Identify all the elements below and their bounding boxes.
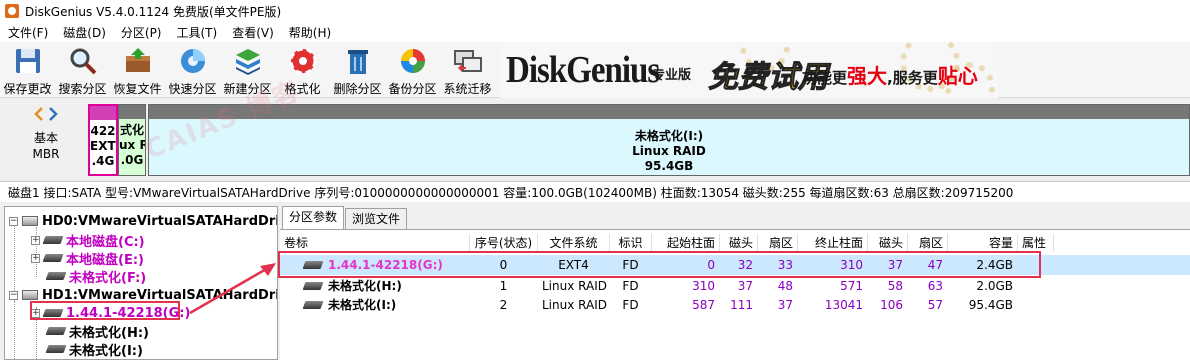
col-end-cyl[interactable]: 终止柱面 — [798, 234, 868, 252]
menu-tools[interactable]: 工具(T) — [177, 24, 218, 41]
expand-icon[interactable]: + — [31, 253, 40, 263]
menu-partition[interactable]: 分区(P) — [121, 24, 162, 41]
tree-disk-hd0[interactable]: − HD0:VMwareVirtualSATAHardDriv — [9, 212, 277, 230]
collapse-icon[interactable]: − — [9, 216, 18, 226]
search-partition-button[interactable]: 搜索分区 — [55, 42, 110, 98]
delete-icon — [347, 50, 368, 74]
menu-bar: 文件(F) 磁盘(D) 分区(P) 工具(T) 查看(V) 帮助(H) — [0, 22, 1190, 42]
tree-item-i[interactable]: 未格式化(I:) — [43, 340, 143, 359]
row-highlight-box — [278, 251, 1041, 278]
quick-partition-icon — [180, 49, 205, 73]
col-end-head[interactable]: 磁头 — [868, 234, 908, 252]
migrate-icon — [453, 50, 482, 72]
title-bar: DiskGenius V5.4.0.1124 免费版(单文件PE版) — [0, 0, 1190, 22]
recover-icon — [125, 48, 150, 72]
save-button[interactable]: 保存更改 — [0, 42, 55, 98]
col-attributes[interactable]: 属性 — [1018, 234, 1054, 252]
backup-partition-button[interactable]: 备份分区 — [385, 42, 440, 98]
window-title: DiskGenius V5.4.0.1124 免费版(单文件PE版) — [25, 4, 282, 19]
menu-file[interactable]: 文件(F) — [8, 24, 48, 41]
col-filesystem[interactable]: 文件系统 — [538, 234, 610, 252]
promo-banner[interactable]: DiskGenius 专业版 免费试用 功能更强大,服务更贴心 — [500, 42, 998, 98]
partition-icon — [42, 236, 64, 244]
quick-partition-button[interactable]: 快速分区 — [165, 42, 220, 98]
hard-disk-icon — [22, 216, 38, 226]
system-migrate-button[interactable]: 系统迁移 — [440, 42, 495, 98]
col-start-head[interactable]: 磁头 — [720, 234, 758, 252]
banner-slogan: 功能更强大,服务更贴心 — [802, 64, 978, 88]
tab-bar: 分区参数 浏览文件 — [280, 206, 1190, 230]
partition-icon — [45, 327, 67, 335]
col-volume[interactable]: 卷标 — [280, 234, 470, 252]
menu-help[interactable]: 帮助(H) — [289, 24, 331, 41]
col-capacity[interactable]: 容量 — [948, 234, 1018, 252]
tree-highlight-box — [30, 301, 180, 320]
col-id[interactable]: 标识 — [610, 234, 652, 252]
disk-type-label: 基本 MBR — [32, 131, 60, 161]
col-start-sector[interactable]: 扇区 — [758, 234, 798, 252]
recover-files-button[interactable]: 恢复文件 — [110, 42, 165, 98]
collapse-icon[interactable]: − — [9, 290, 18, 300]
search-icon — [70, 48, 96, 75]
disk-info-bar: 磁盘1 接口:SATA 型号:VMwareVirtualSATAHardDriv… — [0, 182, 1190, 202]
partition-block-i[interactable]: 未格式化(I:) Linux RAID 95.4GB — [148, 104, 1190, 176]
col-index[interactable]: 序号(状态) — [470, 234, 538, 252]
tree-item-e[interactable]: + 本地磁盘(E:) — [31, 249, 144, 268]
partition-icon — [42, 254, 64, 262]
menu-disk[interactable]: 磁盘(D) — [63, 24, 106, 41]
partition-icon — [45, 345, 67, 353]
col-start-cyl[interactable]: 起始柱面 — [652, 234, 720, 252]
tree-item-h[interactable]: 未格式化(H:) — [43, 322, 149, 341]
backup-icon — [400, 49, 425, 73]
col-end-sector[interactable]: 扇区 — [908, 234, 948, 252]
partition-icon — [302, 301, 324, 309]
partition-panel: 分区参数 浏览文件 卷标 序号(状态) 文件系统 标识 起始柱面 磁头 扇区 终… — [280, 206, 1190, 360]
tree-item-c[interactable]: + 本地磁盘(C:) — [31, 231, 145, 250]
expand-icon[interactable]: + — [31, 235, 40, 245]
save-icon — [15, 49, 40, 73]
table-row[interactable]: 未格式化(I:) 2 Linux RAID FD 587 111 37 1304… — [280, 295, 1190, 315]
partition-icon — [45, 272, 67, 280]
banner-edition: 专业版 — [652, 68, 692, 83]
table-row[interactable]: 未格式化(H:) 1 Linux RAID FD 310 37 48 571 5… — [280, 276, 1190, 296]
disk-tree: − HD0:VMwareVirtualSATAHardDriv + 本地磁盘(C… — [4, 206, 278, 360]
tab-browse-files[interactable]: 浏览文件 — [345, 208, 408, 229]
tree-item-f[interactable]: 未格式化(F:) — [43, 267, 146, 286]
partition-block-g[interactable]: 422 EXT4 .4G — [88, 104, 118, 176]
banner-logo: DiskGenius — [506, 50, 660, 92]
table-header: 卷标 序号(状态) 文件系统 标识 起始柱面 磁头 扇区 终止柱面 磁头 扇区 … — [280, 234, 1190, 252]
disk-nav-arrows-icon[interactable] — [34, 106, 58, 122]
menu-view[interactable]: 查看(V) — [232, 24, 274, 41]
hard-disk-icon — [22, 290, 38, 300]
new-partition-icon — [235, 49, 260, 75]
app-logo-icon — [5, 4, 19, 18]
delete-partition-button[interactable]: 删除分区 — [330, 42, 385, 98]
partition-icon — [302, 282, 324, 290]
tab-partition-params[interactable]: 分区参数 — [282, 206, 345, 229]
